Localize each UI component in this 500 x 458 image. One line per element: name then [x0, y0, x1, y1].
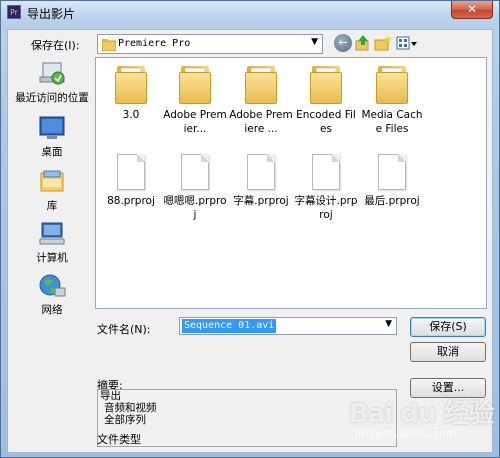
baidu-watermark: Bai du 经验 [349, 399, 494, 429]
place-label: 网络 [41, 304, 63, 316]
folder-icon [245, 64, 277, 104]
file-item[interactable]: 字幕设计.prproj [294, 154, 358, 222]
place-libraries[interactable]: 库 [13, 169, 91, 213]
places-bar: 最近访问的位置 桌面 库 计算机 网络 [13, 59, 91, 439]
filename-value: Sequence 01.avi [182, 319, 277, 333]
save-in-value: Premiere Pro [118, 38, 191, 49]
document-icon [117, 154, 145, 190]
item-label: 3.0 [122, 109, 140, 121]
place-label: 最近访问的位置 [15, 92, 89, 104]
document-icon [312, 154, 340, 190]
file-type-label: 文件类型 [97, 433, 141, 446]
place-label: 桌面 [41, 146, 63, 158]
window-title: 导出影片 [27, 7, 76, 21]
cancel-button[interactable]: 取消 [410, 342, 486, 362]
filename-field[interactable]: Sequence 01.avi ▼ [179, 317, 397, 335]
document-icon [181, 154, 209, 190]
new-folder-icon[interactable] [374, 34, 392, 52]
item-label: 字幕.prproj [233, 195, 289, 207]
item-label: Media Cache Files [361, 109, 423, 135]
network-icon [39, 274, 66, 297]
file-list[interactable]: 3.0 Adobe Premier... Adobe Premiere ... … [95, 57, 487, 309]
document-icon [378, 154, 406, 190]
folder-item[interactable]: 3.0 [99, 64, 163, 122]
export-movie-dialog: Pr 导出影片 ✕ 保存在(I): Premiere Pro ▼ ← 最近访问的… [0, 0, 500, 458]
folder-icon [102, 39, 116, 51]
item-label: Adobe Premiere ... [229, 109, 293, 135]
place-recent[interactable]: 最近访问的位置 [13, 61, 91, 105]
item-label: 88.prproj [107, 195, 155, 207]
place-desktop[interactable]: 桌面 [13, 115, 91, 159]
item-label: Adobe Premier... [163, 109, 227, 135]
save-in-label: 保存在(I): [31, 39, 80, 52]
title-bar[interactable]: Pr 导出影片 ✕ [1, 1, 499, 25]
place-label: 库 [46, 200, 58, 212]
watermark-url: jingyan.baidu.com [355, 427, 457, 440]
folder-item[interactable]: Adobe Premier... [163, 64, 227, 136]
folder-item[interactable]: Media Cache Files [360, 64, 424, 136]
new-folder-glyph [374, 35, 392, 51]
place-label: 计算机 [36, 252, 68, 264]
views-menu-icon[interactable] [396, 34, 418, 52]
computer-icon [39, 222, 65, 245]
item-label: 嗯嗯嗯.prproj [163, 195, 227, 221]
file-item[interactable]: 嗯嗯嗯.prproj [163, 154, 227, 222]
item-label: 字幕设计.prproj [294, 195, 358, 221]
item-label: Encoded Files [296, 109, 356, 135]
folder-icon [310, 64, 342, 104]
item-label: 最后.prproj [364, 195, 420, 207]
place-computer[interactable]: 计算机 [13, 221, 91, 265]
save-in-dropdown[interactable]: Premiere Pro ▼ [97, 34, 323, 54]
up-arrow-folder-icon [355, 35, 369, 51]
up-folder-icon[interactable] [354, 34, 372, 52]
recent-places-icon [39, 62, 65, 85]
back-icon[interactable]: ← [334, 34, 352, 52]
file-item[interactable]: 88.prproj [99, 154, 163, 208]
place-network[interactable]: 网络 [13, 273, 91, 317]
libraries-icon [40, 170, 64, 192]
chevron-down-icon[interactable]: ▼ [385, 319, 392, 329]
view-grid-icon [396, 36, 417, 50]
file-item[interactable]: 最后.prproj [360, 154, 424, 208]
folder-item[interactable]: Encoded Files [294, 64, 358, 136]
file-item[interactable]: 字幕.prproj [229, 154, 293, 208]
document-icon [247, 154, 275, 190]
premiere-app-icon: Pr [7, 5, 21, 19]
chevron-down-icon: ▼ [311, 37, 318, 47]
save-button[interactable]: 保存(S) [410, 317, 486, 337]
folder-icon [115, 64, 147, 104]
folder-icon [376, 64, 408, 104]
folder-icon [179, 64, 211, 104]
close-button[interactable]: ✕ [451, 1, 493, 19]
desktop-icon [39, 116, 65, 139]
filename-label: 文件名(N): [97, 323, 151, 336]
folder-item[interactable]: Adobe Premiere ... [229, 64, 293, 136]
